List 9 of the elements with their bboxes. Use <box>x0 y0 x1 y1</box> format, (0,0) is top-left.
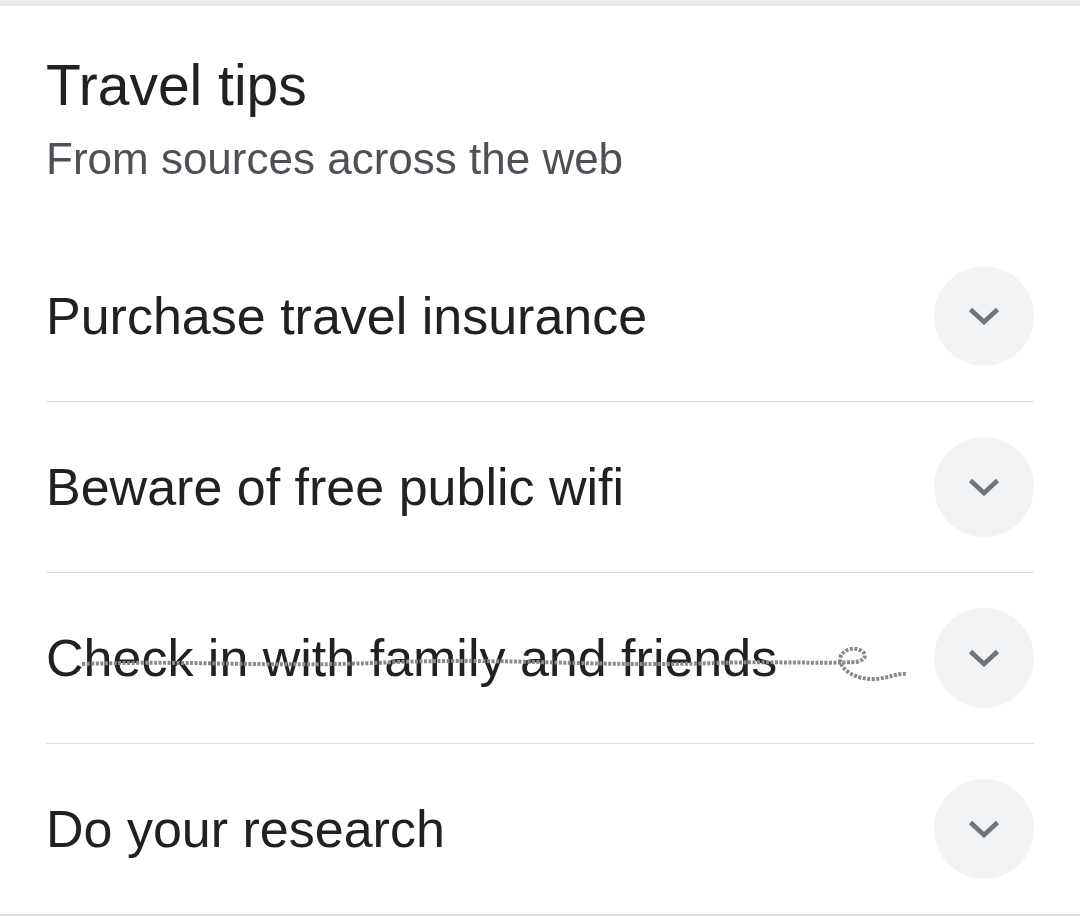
tip-title[interactable]: Purchase travel insurance <box>46 285 648 347</box>
chevron-icon <box>968 478 1000 496</box>
section-subtitle: From sources across the web <box>46 133 625 185</box>
chevron-icon <box>968 649 1000 667</box>
tip-title[interactable]: Do your research <box>46 798 445 860</box>
tip-title[interactable]: Beware of free public wifi <box>46 456 625 518</box>
chevron-icon <box>968 820 1000 838</box>
section-title: Travel tips <box>46 52 308 119</box>
chevron-icon <box>968 307 1000 325</box>
